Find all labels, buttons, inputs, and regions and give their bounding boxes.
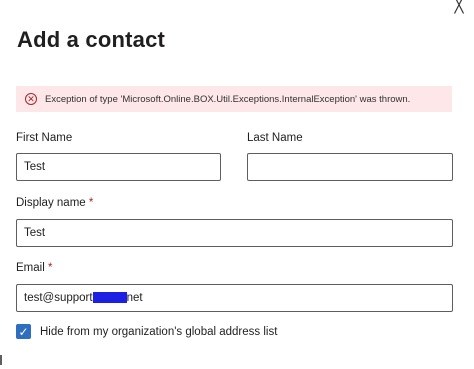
scrollbar-edge <box>0 355 2 365</box>
display-name-field[interactable]: Test <box>16 219 453 247</box>
display-name-label-text: Display name <box>16 197 86 209</box>
close-icon: ╳ <box>454 0 464 14</box>
checkmark-icon: ✓ <box>18 324 29 339</box>
page-title: Add a contact <box>17 27 166 52</box>
last-name-label: Last Name <box>247 132 303 144</box>
hide-from-gal-checkbox[interactable]: ✓ <box>16 324 31 339</box>
error-circle-icon: ✕ <box>25 93 37 105</box>
email-value-prefix: test@support <box>24 292 93 304</box>
first-name-label: First Name <box>16 132 73 144</box>
email-label: Email * <box>16 262 52 274</box>
email-value-suffix: net <box>126 292 143 304</box>
error-message-text: Exception of type 'Microsoft.Online.BOX.… <box>45 93 411 105</box>
required-marker: * <box>88 197 94 209</box>
email-label-text: Email <box>16 262 45 274</box>
hide-from-gal-label: Hide from my organization's global addre… <box>40 325 278 338</box>
required-marker: * <box>47 262 53 274</box>
display-name-label: Display name * <box>16 197 93 209</box>
first-name-value: Test <box>24 161 46 173</box>
close-button[interactable]: ╳ <box>449 0 469 14</box>
redaction-block <box>92 292 127 303</box>
error-message-bar: ✕ Exception of type 'Microsoft.Online.BO… <box>16 86 452 112</box>
first-name-field[interactable]: Test <box>16 153 221 181</box>
last-name-field[interactable] <box>247 153 453 181</box>
hide-from-gal-row[interactable]: ✓ Hide from my organization's global add… <box>16 324 277 339</box>
display-name-value: Test <box>24 227 46 239</box>
email-field[interactable]: test@support net <box>16 284 453 312</box>
